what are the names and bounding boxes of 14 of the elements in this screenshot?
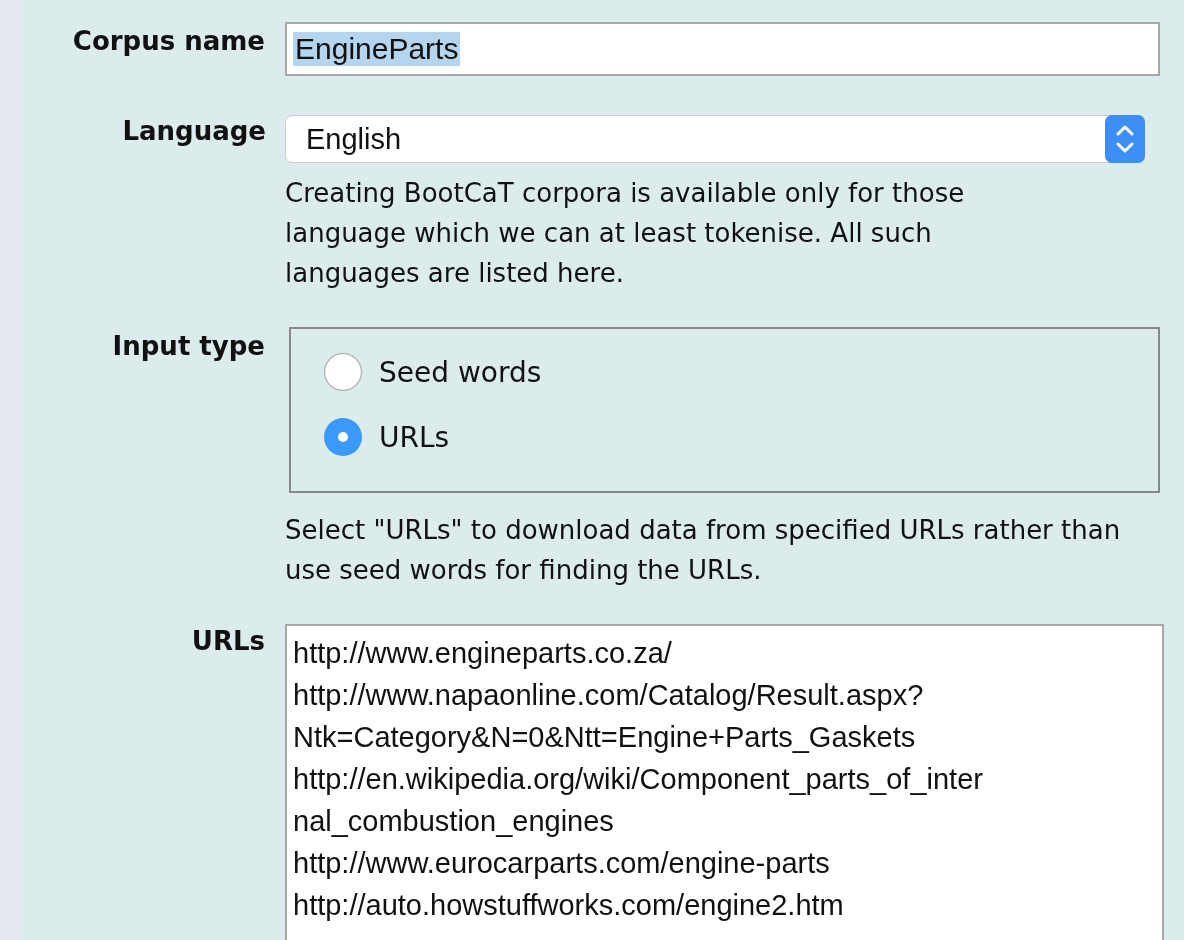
radio-button[interactable] (323, 352, 363, 392)
corpus-name-field[interactable]: EngineParts (285, 22, 1160, 76)
radio-button[interactable] (323, 417, 363, 457)
field-label: Input type (112, 331, 265, 361)
field-label: URLs (191, 626, 265, 656)
help-text: Select "URLs" to download data from specified URLs rather than use seed words for finding the URLs. (285, 514, 1122, 587)
help-text: Creating BootCaT corpora is available only for those language which we can at least tokenise. All such languages are listed here. (285, 177, 966, 290)
radio-label[interactable]: Seed words (379, 355, 542, 389)
urls-textarea[interactable]: http://www.engineparts.co.za/ http://www.napaonline.com/Catalog/Result.aspx? Ntk=Category&N=0&Ntt=Engine+Parts_Gaskets http://en.wikipedia.org/wiki/Component_parts_of_inter nal_combustion_engines http://www.eurocarparts.com/engine-parts http://auto.howstuffworks.com/engine2.htm (285, 624, 1164, 940)
stepper-icon (1105, 115, 1145, 163)
field-label: Language (122, 116, 266, 146)
language-select[interactable]: English (285, 115, 1145, 163)
radio-label[interactable]: URLs (379, 420, 450, 454)
field-label: Corpus name (72, 26, 265, 56)
